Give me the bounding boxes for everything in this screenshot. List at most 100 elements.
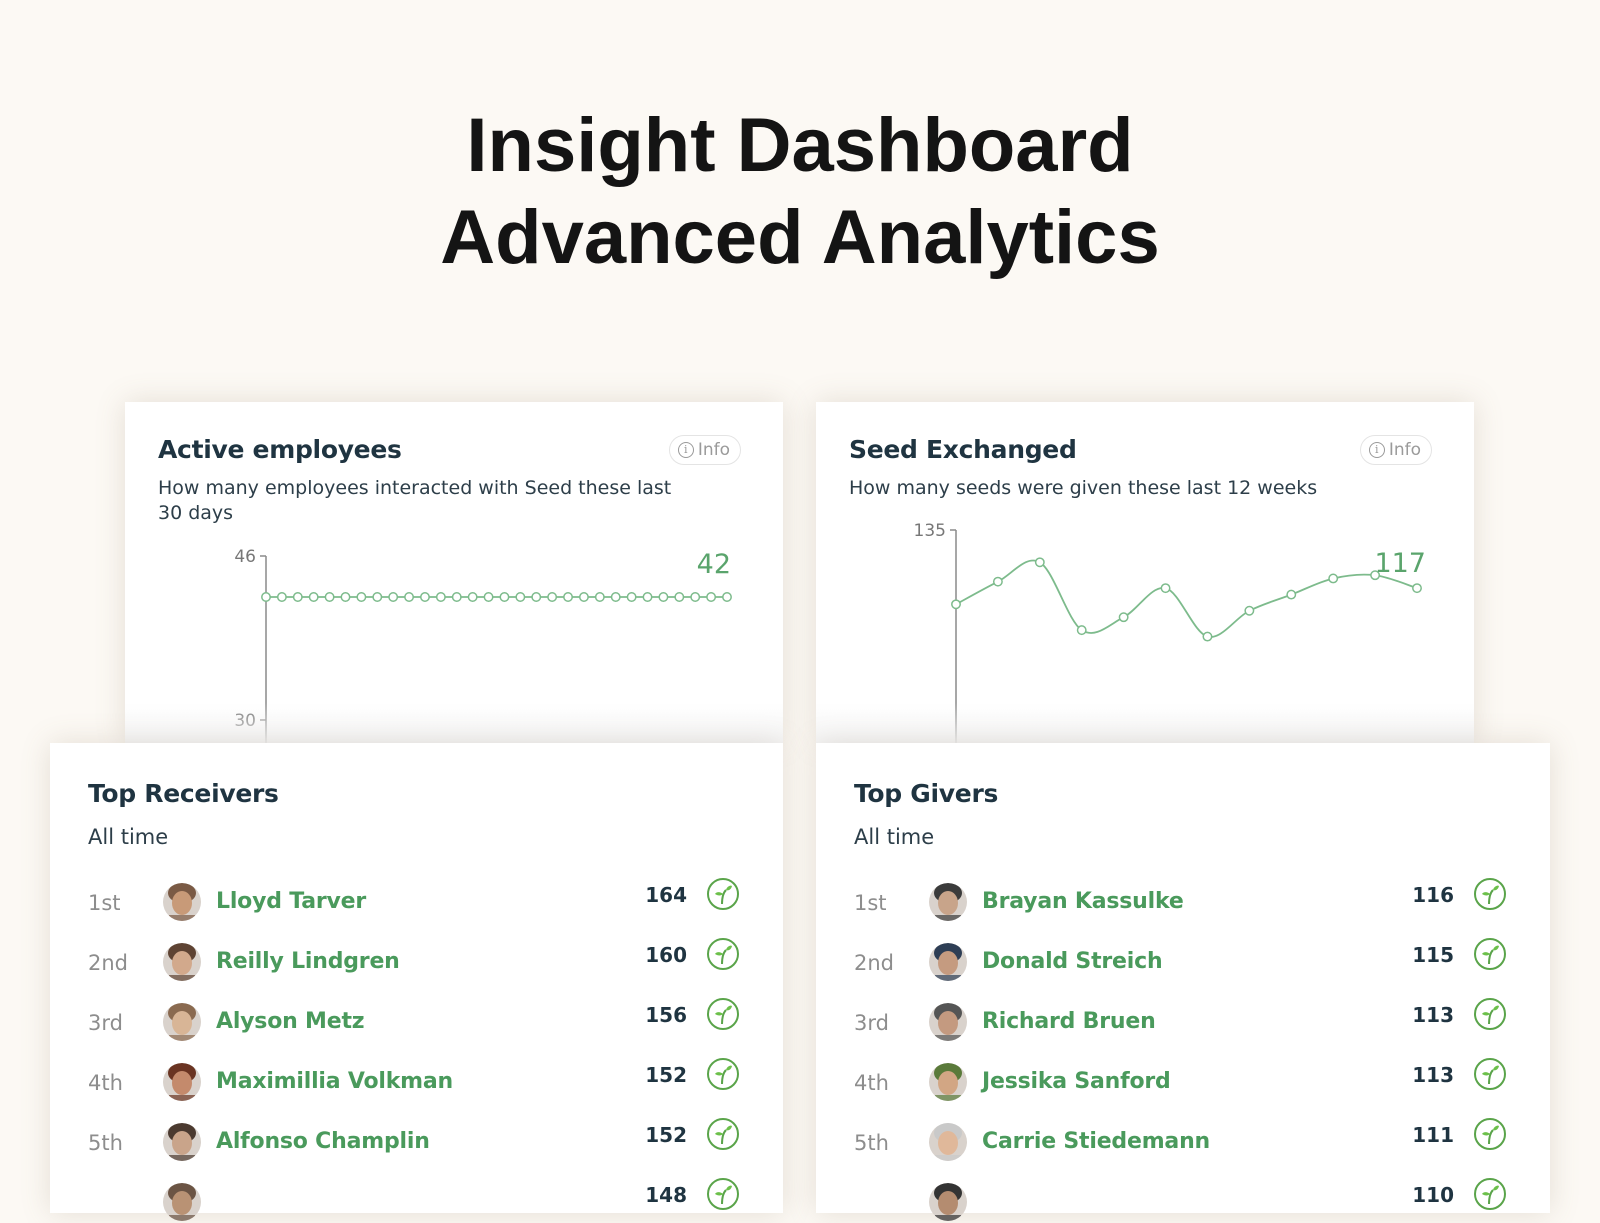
data-point	[1202, 631, 1213, 642]
seed-count: 160	[645, 943, 687, 967]
person-name-link[interactable]: Alyson Metz	[216, 1009, 365, 1034]
avatar[interactable]	[163, 1183, 201, 1221]
seed-count: 110	[1412, 1183, 1454, 1207]
seed-count: 156	[645, 1003, 687, 1027]
data-point	[420, 592, 430, 602]
avatar[interactable]	[929, 883, 967, 921]
leaderboard-row[interactable]: 4th Maximillia Volkman 152	[50, 1058, 783, 1103]
leaderboard-row[interactable]: 5th Alfonso Champlin 152	[50, 1118, 783, 1163]
seed-sprout-icon	[706, 1177, 740, 1211]
avatar[interactable]	[929, 1063, 967, 1101]
data-point	[1412, 583, 1422, 594]
seed-sprout-icon	[706, 877, 740, 911]
page-title: Insight Dashboard Advanced Analytics	[0, 100, 1600, 284]
data-point	[563, 592, 573, 602]
rank-label: 1st	[88, 891, 121, 915]
data-point	[388, 592, 399, 602]
data-point	[261, 592, 271, 602]
person-name-link[interactable]: Donald Streich	[982, 949, 1163, 974]
person-name-link[interactable]: Lloyd Tarver	[216, 889, 366, 914]
person-name-link[interactable]: Brayan Kassulke	[982, 889, 1184, 914]
avatar[interactable]	[929, 943, 967, 981]
rank-label: 4th	[88, 1071, 123, 1095]
leaderboard-row[interactable]: 3rd Richard Bruen 113	[816, 998, 1550, 1043]
card-title: Top Givers	[854, 779, 999, 808]
leaderboard-row[interactable]: 148	[50, 1178, 783, 1223]
seed-count: 148	[645, 1183, 687, 1207]
person-name-link[interactable]: Alfonso Champlin	[216, 1129, 430, 1154]
rank-label: 3rd	[88, 1011, 123, 1035]
seed-count: 113	[1412, 1063, 1454, 1087]
card-subtitle: All time	[88, 825, 169, 849]
seed-sprout-icon	[1473, 877, 1507, 911]
avatar[interactable]	[929, 1003, 967, 1041]
data-point	[1286, 589, 1297, 600]
leaderboard-row[interactable]: 2nd Donald Streich 115	[816, 938, 1550, 983]
active-employees-card: Active employees i Info How many employe…	[125, 402, 783, 747]
data-point	[1034, 557, 1045, 568]
leaderboard-row[interactable]: 1st Lloyd Tarver 164	[50, 878, 783, 923]
data-point	[658, 592, 669, 602]
seed-sprout-icon	[1473, 937, 1507, 971]
last-value-label: 117	[1374, 548, 1426, 579]
seed-count: 116	[1412, 883, 1454, 907]
avatar[interactable]	[163, 883, 201, 921]
seed-exchanged-card: Seed Exchanged i Info How many seeds wer…	[816, 402, 1474, 747]
seed-sprout-icon	[706, 937, 740, 971]
rank-label: 2nd	[854, 951, 895, 975]
data-point	[483, 592, 494, 602]
avatar[interactable]	[163, 943, 201, 981]
card-title: Top Receivers	[88, 779, 279, 808]
seed-sprout-icon	[706, 1117, 740, 1151]
page-title-line1: Insight Dashboard	[466, 103, 1134, 188]
person-name-link[interactable]: Jessika Sanford	[982, 1069, 1171, 1094]
avatar[interactable]	[929, 1183, 967, 1221]
rank-label: 5th	[854, 1131, 889, 1155]
seed-sprout-icon	[1473, 1057, 1507, 1091]
data-point	[594, 592, 605, 602]
data-point	[531, 592, 542, 602]
data-point	[992, 576, 1003, 587]
data-point	[690, 592, 701, 602]
seed-sprout-icon	[706, 1057, 740, 1091]
page-title-line2: Advanced Analytics	[440, 195, 1160, 280]
person-name-link[interactable]: Richard Bruen	[982, 1009, 1156, 1034]
leaderboard-row[interactable]: 2nd Reilly Lindgren 160	[50, 938, 783, 983]
person-name-link[interactable]: Carrie Stiedemann	[982, 1129, 1210, 1154]
data-point	[435, 592, 446, 602]
data-point	[308, 592, 319, 602]
avatar[interactable]	[929, 1123, 967, 1161]
data-point	[610, 592, 621, 602]
data-point	[499, 592, 510, 602]
data-point	[626, 592, 637, 602]
leaderboard-row[interactable]: 110	[816, 1178, 1550, 1223]
avatar[interactable]	[163, 1123, 201, 1161]
seed-count: 113	[1412, 1003, 1454, 1027]
data-point	[1076, 625, 1087, 636]
active-employees-chart: 46 30 42	[234, 547, 732, 747]
seed-sprout-icon	[706, 997, 740, 1031]
data-point	[292, 592, 303, 602]
seed-count: 115	[1412, 943, 1454, 967]
leaderboard-row[interactable]: 1st Brayan Kassulke 116	[816, 878, 1550, 923]
rank-label: 4th	[854, 1071, 889, 1095]
y-tick-label: 30	[234, 711, 256, 731]
leaderboard-row[interactable]: 3rd Alyson Metz 156	[50, 998, 783, 1043]
data-point	[324, 592, 335, 602]
data-point	[951, 599, 961, 610]
data-point	[1118, 612, 1129, 623]
avatar[interactable]	[163, 1003, 201, 1041]
card-subtitle: All time	[854, 825, 935, 849]
person-name-link[interactable]: Maximillia Volkman	[216, 1069, 453, 1094]
seed-exchanged-chart: 135 117	[914, 521, 1426, 747]
data-point	[706, 592, 717, 602]
avatar[interactable]	[163, 1063, 201, 1101]
seed-count: 164	[645, 883, 687, 907]
leaderboard-row[interactable]: 5th Carrie Stiedemann 111	[816, 1118, 1550, 1163]
data-point	[674, 592, 685, 602]
data-point	[451, 592, 462, 602]
rank-label: 3rd	[854, 1011, 889, 1035]
data-point	[1328, 573, 1339, 584]
leaderboard-row[interactable]: 4th Jessika Sanford 113	[816, 1058, 1550, 1103]
person-name-link[interactable]: Reilly Lindgren	[216, 949, 400, 974]
